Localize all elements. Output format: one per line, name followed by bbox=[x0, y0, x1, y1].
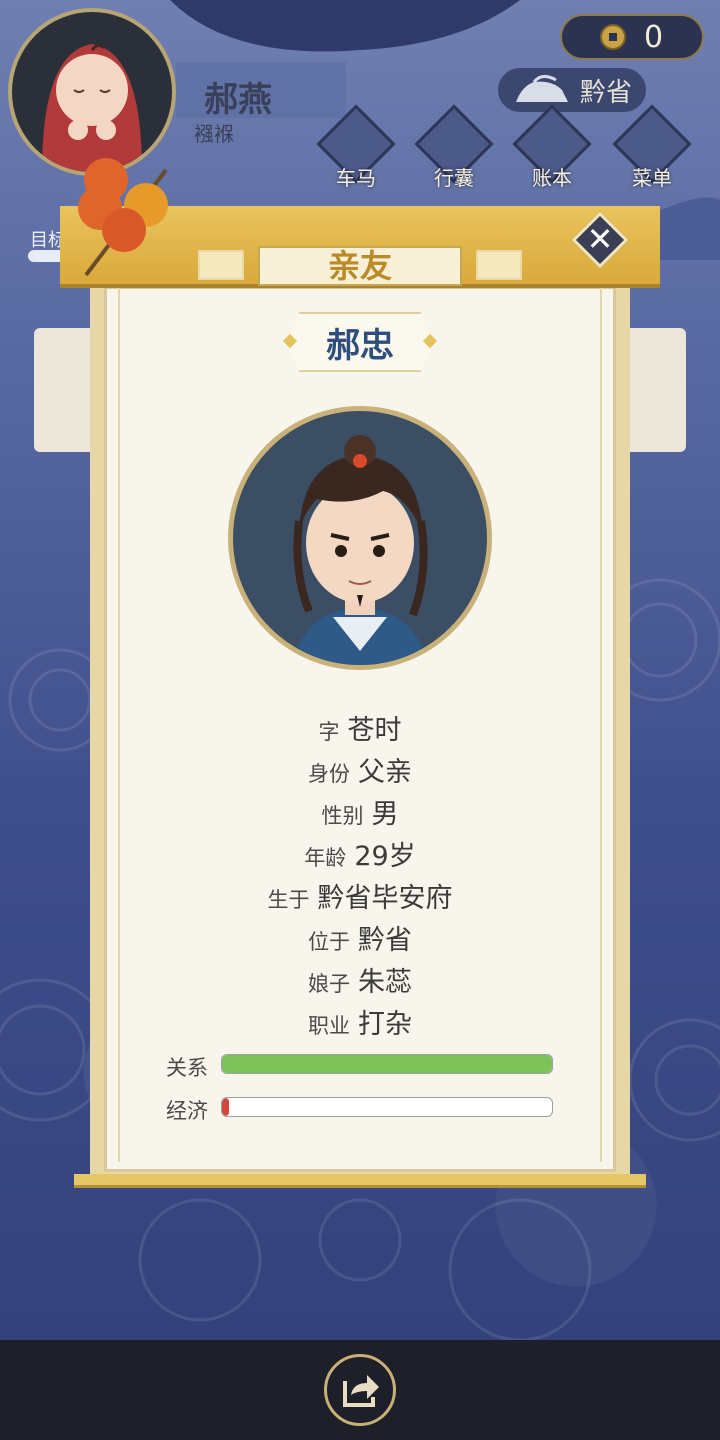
info-row-location: 位于 黔省 bbox=[104, 918, 616, 957]
info-key: 身份 bbox=[308, 762, 350, 786]
info-row-occupation: 职业 打杂 bbox=[104, 1002, 616, 1041]
dialog-title: 亲友 bbox=[258, 246, 462, 286]
info-value: 打杂 bbox=[358, 1009, 412, 1040]
baby-icon bbox=[42, 43, 142, 172]
ledger-button[interactable]: 账本 bbox=[512, 104, 592, 192]
coin-counter: 0 bbox=[560, 14, 704, 60]
dialog-bottom-rail bbox=[74, 1174, 646, 1188]
carriage-label: 车马 bbox=[336, 166, 376, 190]
info-row-age: 年龄 29岁 bbox=[104, 834, 616, 873]
info-row-gender: 性别男 bbox=[104, 792, 616, 831]
info-key: 字 bbox=[318, 720, 340, 744]
character-name: 郝忠 bbox=[326, 326, 394, 366]
ledger-label: 账本 bbox=[532, 166, 572, 190]
share-button[interactable] bbox=[324, 1354, 396, 1426]
info-key: 生于 bbox=[267, 888, 310, 912]
player-life-stage: 襁褓 bbox=[194, 122, 234, 146]
close-icon[interactable]: ✕ bbox=[582, 218, 618, 260]
info-row-courtesy-name: 字苍时 bbox=[104, 708, 616, 747]
bundle-button[interactable]: 行囊 bbox=[414, 104, 494, 192]
info-value: 苍时 bbox=[347, 715, 402, 746]
info-value: 黔省 bbox=[358, 925, 412, 956]
info-value: 父亲 bbox=[358, 757, 412, 788]
info-row-wife: 娘子 朱蕊 bbox=[104, 960, 616, 999]
info-row-identity: 身份 父亲 bbox=[104, 750, 616, 789]
economy-bar bbox=[221, 1097, 553, 1117]
carriage-button[interactable]: 车马 bbox=[316, 104, 396, 192]
info-row-birthplace: 生于 黔省毕安府 bbox=[104, 876, 616, 915]
coin-count: 0 bbox=[644, 20, 664, 55]
economy-bar-fill bbox=[222, 1098, 229, 1116]
bundle-label: 行囊 bbox=[434, 166, 474, 190]
header-ornament-right bbox=[476, 250, 522, 280]
info-value: 朱蕊 bbox=[358, 967, 412, 998]
header-ornament-left bbox=[198, 250, 244, 280]
info-key: 职业 bbox=[308, 1014, 350, 1038]
location-button[interactable]: 黔省 bbox=[498, 68, 646, 112]
info-key: 年龄 bbox=[304, 846, 347, 870]
info-key: 性别 bbox=[321, 804, 364, 828]
character-portrait bbox=[228, 406, 492, 670]
player-name: 郝燕 bbox=[204, 80, 272, 120]
info-value: 黔省毕安府 bbox=[317, 883, 453, 914]
relationship-bar bbox=[221, 1054, 553, 1074]
relationship-bar-fill bbox=[222, 1055, 552, 1073]
info-value: 29岁 bbox=[354, 841, 416, 872]
man-portrait-icon bbox=[293, 435, 428, 665]
iron-icon bbox=[516, 75, 568, 102]
candied-haws-icon bbox=[78, 158, 168, 277]
info-value: 男 bbox=[371, 799, 399, 830]
menu-label: 菜单 bbox=[632, 166, 672, 190]
economy-label: 经济 bbox=[166, 1099, 208, 1123]
copper-coin-icon bbox=[600, 24, 626, 50]
relationship-label: 关系 bbox=[166, 1056, 208, 1080]
menu-button[interactable]: 菜单 bbox=[612, 104, 692, 192]
share-icon bbox=[343, 1375, 379, 1407]
location-label: 黔省 bbox=[580, 78, 633, 108]
info-key: 娘子 bbox=[308, 972, 350, 996]
info-key: 位于 bbox=[308, 930, 350, 954]
